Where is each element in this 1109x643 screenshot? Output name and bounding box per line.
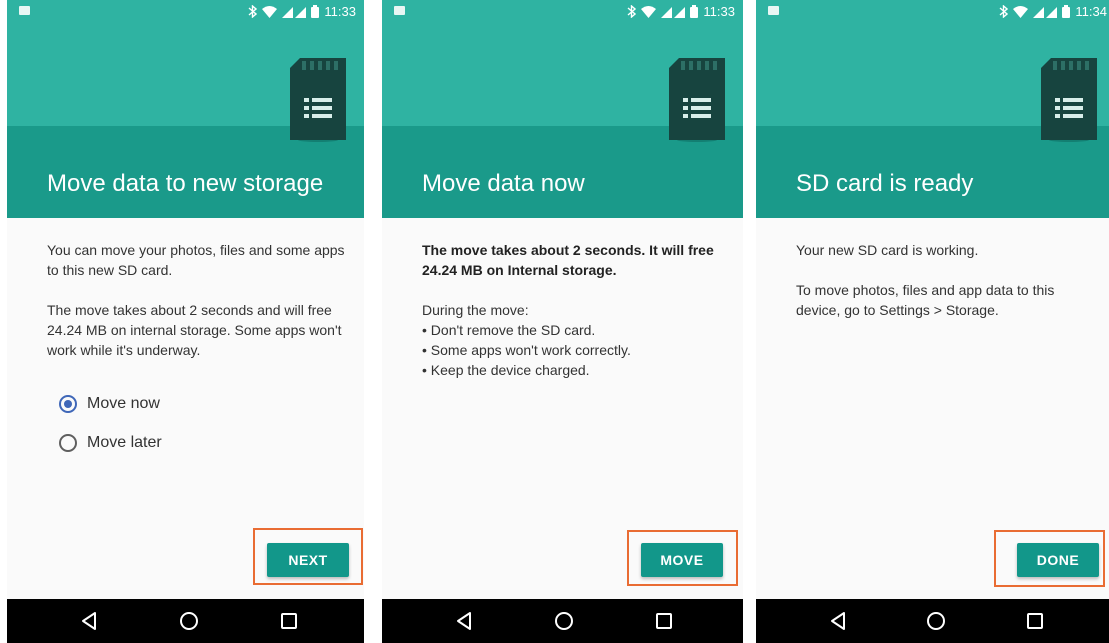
radio-button-selected[interactable] [59, 395, 77, 413]
list-item: • Keep the device charged. [422, 362, 590, 378]
radio-move-now[interactable]: Move now [59, 395, 160, 413]
battery-icon [1062, 5, 1071, 18]
next-button[interactable]: NEXT [267, 543, 349, 577]
signal-icon [282, 6, 307, 18]
radio-label: Move now [87, 395, 160, 412]
during-label: During the move: [422, 302, 529, 318]
sd-card-icon [1041, 58, 1097, 142]
recents-icon[interactable] [277, 609, 301, 633]
battery-icon [311, 5, 320, 18]
header: 11:34 SD card is ready [756, 0, 1109, 218]
header: 11:33 Move data to new storage [7, 0, 364, 218]
status-bar: 11:33 [382, 0, 743, 24]
description-paragraph: The move takes about 2 seconds and will … [47, 302, 342, 358]
page-title: Move data to new storage [47, 170, 324, 197]
home-icon[interactable] [177, 609, 201, 633]
description-paragraph: You can move your photos, files and some… [47, 242, 345, 278]
screen-move-data-to-new-storage: 11:33 Move data to new storage You can m… [7, 0, 364, 643]
image-notification-icon [394, 6, 405, 15]
description: The move takes about 2 seconds. It will … [422, 240, 722, 380]
move-summary: The move takes about 2 seconds. It will … [422, 242, 714, 278]
wifi-icon [1013, 5, 1029, 18]
page-title: SD card is ready [796, 170, 974, 197]
header: 11:33 Move data now [382, 0, 743, 218]
wifi-icon [641, 5, 657, 18]
status-bar: 11:34 [756, 0, 1109, 24]
status-bar: 11:33 [7, 0, 364, 24]
screen-move-data-now: 11:33 Move data now The move takes about… [382, 0, 743, 643]
description: You can move your photos, files and some… [47, 240, 347, 380]
radio-button[interactable] [59, 434, 77, 452]
description: Your new SD card is working. To move pho… [796, 240, 1096, 340]
status-time: 11:33 [324, 4, 356, 19]
radio-move-later[interactable]: Move later [59, 434, 162, 452]
bluetooth-icon [999, 5, 1009, 18]
screen-sd-card-ready: 11:34 SD card is ready Your new SD card … [756, 0, 1109, 643]
move-button[interactable]: MOVE [641, 543, 723, 577]
done-button[interactable]: DONE [1017, 543, 1099, 577]
back-icon[interactable] [77, 609, 101, 633]
back-icon[interactable] [452, 609, 476, 633]
signal-icon [661, 6, 686, 18]
radio-label: Move later [87, 434, 162, 451]
wifi-icon [262, 5, 278, 18]
recents-icon[interactable] [652, 609, 676, 633]
recents-icon[interactable] [1023, 609, 1047, 633]
sd-card-icon [669, 58, 725, 142]
sd-card-icon [290, 58, 346, 142]
bluetooth-icon [627, 5, 637, 18]
home-icon[interactable] [552, 609, 576, 633]
battery-icon [690, 5, 699, 18]
description-paragraph: Your new SD card is working. [796, 242, 979, 258]
page-title: Move data now [422, 170, 585, 197]
bluetooth-icon [248, 5, 258, 18]
image-notification-icon [19, 6, 30, 15]
navigation-bar [382, 599, 743, 643]
navigation-bar [7, 599, 364, 643]
status-time: 11:33 [703, 4, 735, 19]
back-icon[interactable] [826, 609, 850, 633]
list-item: • Don't remove the SD card. [422, 322, 596, 338]
signal-icon [1033, 6, 1058, 18]
navigation-bar [756, 599, 1109, 643]
status-time: 11:34 [1075, 4, 1107, 19]
description-paragraph: To move photos, files and app data to th… [796, 282, 1055, 318]
home-icon[interactable] [924, 609, 948, 633]
list-item: • Some apps won't work correctly. [422, 342, 631, 358]
image-notification-icon [768, 6, 779, 15]
precaution-list: • Don't remove the SD card. • Some apps … [422, 320, 722, 380]
